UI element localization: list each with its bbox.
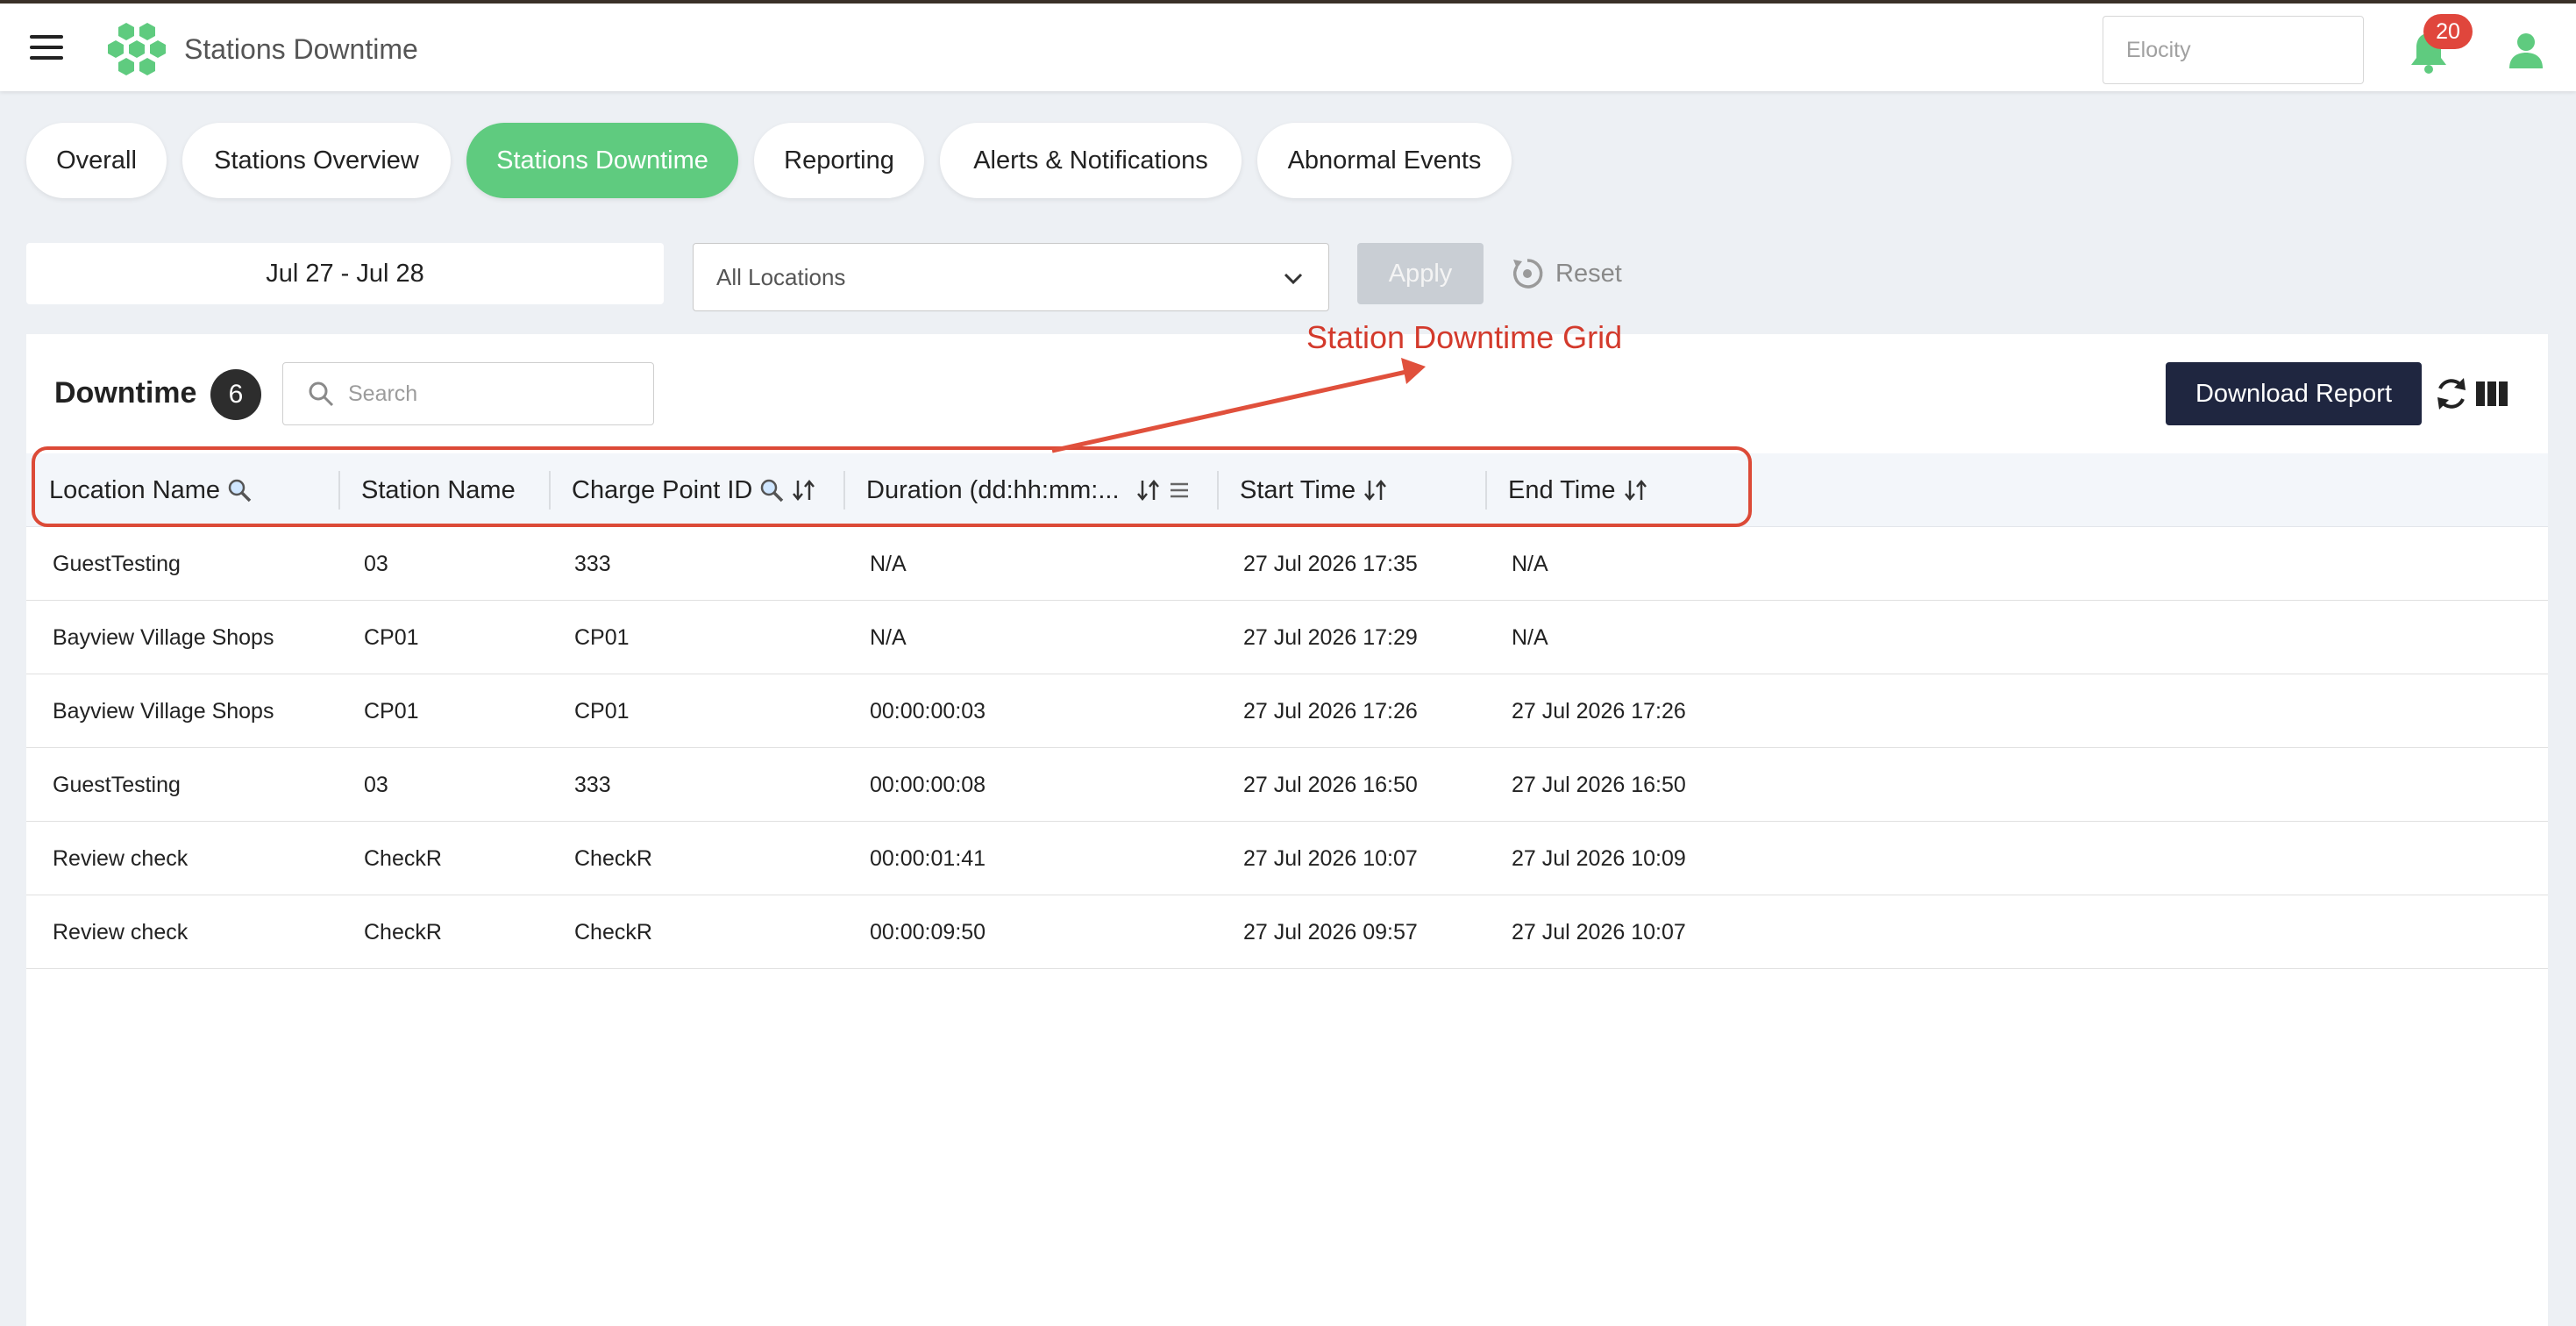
cell-station-name: CheckR — [364, 919, 442, 945]
tab-stations-downtime[interactable]: Stations Downtime — [466, 123, 738, 198]
search-input[interactable] — [348, 381, 637, 407]
top-bar: Stations Downtime 20 — [0, 0, 2576, 91]
cell-location-name: GuestTesting — [53, 772, 181, 797]
cell-location-name: GuestTesting — [53, 551, 181, 576]
cell-duration: 00:00:00:08 — [870, 772, 986, 797]
cell-start-time: 27 Jul 2026 17:29 — [1243, 624, 1418, 650]
annotation-label: Station Downtime Grid — [1306, 319, 1623, 355]
cell-station-name: CP01 — [364, 698, 419, 724]
columns-icon[interactable] — [2476, 381, 2508, 406]
cell-charge-point-id: CheckR — [574, 845, 652, 871]
cell-station-name: 03 — [364, 551, 388, 576]
cell-duration: 00:00:09:50 — [870, 919, 986, 945]
cell-location-name: Review check — [53, 919, 189, 945]
cell-charge-point-id: CP01 — [574, 624, 630, 650]
apply-button[interactable]: Apply — [1357, 243, 1484, 304]
location-select[interactable]: All Locations — [693, 243, 1329, 311]
cell-charge-point-id: CP01 — [574, 698, 630, 724]
tab-stations-overview[interactable]: Stations Overview — [182, 123, 451, 198]
app-title: Stations Downtime — [184, 33, 418, 65]
reset-icon — [1512, 259, 1543, 289]
user-icon[interactable] — [2508, 32, 2544, 68]
cell-station-name: CP01 — [364, 624, 419, 650]
reset-button[interactable]: Reset — [1510, 254, 1622, 293]
tenant-input[interactable] — [2103, 16, 2364, 84]
cell-start-time: 27 Jul 2026 16:50 — [1243, 772, 1418, 797]
cell-duration: 00:00:00:03 — [870, 698, 986, 724]
search-icon — [309, 381, 334, 407]
cell-start-time: 27 Jul 2026 10:07 — [1243, 845, 1418, 871]
chevron-down-icon — [1284, 273, 1303, 285]
cell-end-time: 27 Jul 2026 10:07 — [1512, 919, 1686, 945]
hamburger-icon[interactable] — [30, 35, 63, 60]
cell-station-name: CheckR — [364, 845, 442, 871]
row-count-badge: 6 — [210, 369, 261, 420]
cell-duration: N/A — [870, 551, 907, 576]
reset-label: Reset — [1555, 259, 1622, 288]
cell-start-time: 27 Jul 2026 17:35 — [1243, 551, 1418, 576]
annotation-highlight-box — [32, 446, 1752, 527]
notification-count-badge: 20 — [2423, 14, 2473, 49]
tab-alerts-notifications[interactable]: Alerts & Notifications — [940, 123, 1242, 198]
table-row[interactable]: GuestTesting 03 333 N/A 27 Jul 2026 17:3… — [26, 527, 2548, 601]
cell-charge-point-id: 333 — [574, 551, 611, 576]
cell-station-name: 03 — [364, 772, 388, 797]
cell-end-time: N/A — [1512, 624, 1548, 650]
cell-location-name: Bayview Village Shops — [53, 624, 274, 650]
cell-duration: N/A — [870, 624, 907, 650]
table-row[interactable]: Bayview Village Shops CP01 CP01 00:00:00… — [26, 674, 2548, 748]
cell-end-time: 27 Jul 2026 16:50 — [1512, 772, 1686, 797]
table-row[interactable]: Review check CheckR CheckR 00:00:09:50 2… — [26, 895, 2548, 969]
annotation-arrow-icon — [1051, 358, 1426, 453]
tab-overall[interactable]: Overall — [26, 123, 167, 198]
table-row[interactable]: Review check CheckR CheckR 00:00:01:41 2… — [26, 822, 2548, 895]
cell-end-time: N/A — [1512, 551, 1548, 576]
search-box[interactable] — [282, 362, 654, 425]
cell-end-time: 27 Jul 2026 17:26 — [1512, 698, 1686, 724]
date-range-picker[interactable]: Jul 27 - Jul 28 — [26, 243, 664, 304]
cell-start-time: 27 Jul 2026 17:26 — [1243, 698, 1418, 724]
location-select-value: All Locations — [716, 263, 846, 290]
refresh-icon[interactable] — [2432, 374, 2471, 413]
grid-title: Downtime — [54, 376, 197, 410]
cell-charge-point-id: CheckR — [574, 919, 652, 945]
download-report-button[interactable]: Download Report — [2166, 362, 2422, 425]
table-row[interactable]: GuestTesting 03 333 00:00:00:08 27 Jul 2… — [26, 748, 2548, 822]
cell-duration: 00:00:01:41 — [870, 845, 986, 871]
table-row[interactable]: Bayview Village Shops CP01 CP01 N/A 27 J… — [26, 601, 2548, 674]
tab-reporting[interactable]: Reporting — [754, 123, 924, 198]
hexagon-cluster-logo — [108, 23, 166, 75]
tab-abnormal-events[interactable]: Abnormal Events — [1257, 123, 1512, 198]
cell-location-name: Bayview Village Shops — [53, 698, 274, 724]
cell-start-time: 27 Jul 2026 09:57 — [1243, 919, 1418, 945]
cell-location-name: Review check — [53, 845, 189, 871]
cell-charge-point-id: 333 — [574, 772, 611, 797]
cell-end-time: 27 Jul 2026 10:09 — [1512, 845, 1686, 871]
